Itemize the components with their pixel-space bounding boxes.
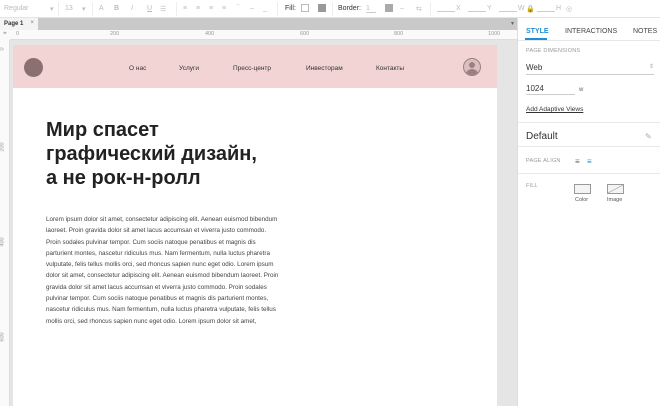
italic-icon[interactable]: I: [131, 5, 133, 12]
w-label: W: [518, 5, 525, 12]
ruler-tick-label: 600: [0, 332, 6, 342]
crosshair-icon[interactable]: ⌖: [0, 30, 10, 40]
nav-contacts[interactable]: Контакты: [376, 65, 404, 72]
tab-label: Page 1: [4, 21, 24, 27]
bold-icon[interactable]: B: [114, 5, 119, 12]
fill-label: FILL: [526, 183, 538, 189]
toolbar: Regular ▾ 13 ▾ A B I U ☰ ≡ ≡ ≡ ≡ ‾ – _ F…: [0, 0, 660, 18]
ruler-tick-label: 200: [110, 31, 120, 37]
nav-about[interactable]: О нас: [129, 65, 146, 72]
tab-page-1[interactable]: Page 1 ×: [0, 18, 38, 30]
ruler-tick-label: 0: [0, 47, 6, 51]
align-left-icon[interactable]: ≡: [183, 5, 187, 12]
underline-icon[interactable]: U: [147, 5, 152, 12]
ruler-tick-label: 400: [205, 31, 215, 37]
align-right-icon[interactable]: ≡: [209, 5, 213, 12]
fill-image-button[interactable]: [607, 184, 624, 194]
nav-press[interactable]: Пресс-центр: [233, 65, 271, 72]
body-line: laoreet. Proin gravida dolor sit amet la…: [46, 227, 267, 235]
page-dimensions-label: PAGE DIMENSIONS: [526, 48, 581, 54]
ruler-tick-label: 1000: [488, 31, 501, 37]
ruler-tick-label: 800: [394, 31, 404, 37]
valign-middle-icon[interactable]: –: [250, 5, 254, 12]
body-line: dolor sit amet, consectetur adipiscing e…: [46, 272, 279, 280]
body-line: nascetur ridiculus mus. Nam fermentum, n…: [46, 306, 276, 314]
lock-icon[interactable]: 🔒: [526, 5, 535, 13]
border-color-swatch[interactable]: [385, 4, 393, 12]
h-input[interactable]: [537, 5, 555, 12]
close-icon[interactable]: ×: [30, 20, 34, 26]
style-name: Default: [526, 131, 558, 142]
fill-image-label: Image: [607, 197, 623, 203]
border-style-icon[interactable]: ┄: [400, 5, 404, 13]
dimension-select[interactable]: Web ⇕: [526, 63, 654, 75]
nav-investors[interactable]: Инвесторам: [306, 65, 343, 72]
align-left-icon[interactable]: ≡: [575, 157, 580, 166]
fill-color-button[interactable]: [574, 184, 591, 194]
h-label: H: [556, 5, 562, 12]
logo-circle[interactable]: [24, 58, 43, 77]
dimension-value: Web: [526, 63, 543, 72]
fill-label: Fill:: [285, 5, 296, 12]
border-width-input[interactable]: 1: [366, 5, 376, 13]
y-input[interactable]: [468, 5, 486, 12]
ruler-tick-label: 400: [0, 237, 6, 247]
body-line: pulvinar tempor. Cum sociis natoque pena…: [46, 295, 269, 303]
ruler-tick-label: 600: [300, 31, 310, 37]
align-justify-icon[interactable]: ≡: [222, 5, 226, 12]
font-style-select[interactable]: Regular: [4, 5, 29, 12]
horizontal-ruler: 0 200 400 600 800 1000: [10, 30, 517, 40]
valign-top-icon[interactable]: ‾: [237, 5, 239, 12]
fill-color-swatch[interactable]: [301, 4, 309, 12]
headline-line: графический дизайн,: [46, 143, 257, 165]
style-panel: STYLE INTERACTIONS NOTES PAGE DIMENSIONS…: [517, 18, 660, 406]
chevron-down-icon[interactable]: ▾: [511, 20, 514, 27]
tab-style[interactable]: STYLE: [526, 28, 549, 35]
vertical-ruler: 0 200 400 600: [0, 40, 10, 406]
page-tab-bar: Page 1 × ▾: [0, 18, 517, 30]
body-line: parturient montes, nascetur ridiculus mu…: [46, 249, 270, 257]
user-avatar-icon[interactable]: [463, 58, 481, 76]
page-artboard[interactable]: О нас Услуги Пресс-центр Инвесторам Конт…: [13, 45, 497, 406]
canvas-scrollbar[interactable]: [497, 40, 517, 406]
align-center-icon[interactable]: ≡: [196, 5, 200, 12]
edit-style-icon[interactable]: ✎: [645, 132, 652, 141]
body-line: Lorem ipsum dolor sit amet, consectetur …: [46, 216, 278, 223]
headline-line: а не рок-н-ролл: [46, 167, 201, 189]
x-label: X: [456, 5, 461, 12]
chevron-down-icon[interactable]: ▾: [82, 5, 86, 13]
headline-line: Мир спасет: [46, 119, 159, 141]
fill-color-label: Color: [575, 197, 589, 203]
width-input[interactable]: 1024: [526, 84, 575, 95]
chevron-down-icon[interactable]: ▾: [50, 5, 54, 13]
add-adaptive-views-link[interactable]: Add Adaptive Views: [526, 106, 583, 113]
border-label: Border:: [338, 5, 361, 12]
w-input[interactable]: [499, 5, 517, 12]
visibility-eye-icon[interactable]: ◎: [566, 5, 572, 13]
font-size-select[interactable]: 13: [65, 5, 73, 12]
align-center-icon[interactable]: ≡: [587, 157, 592, 166]
y-label: Y: [487, 5, 492, 12]
font-color-icon[interactable]: A: [99, 5, 104, 12]
body-line: Proin sodales pulvinar tempor. Cum socii…: [46, 238, 256, 246]
fill-image-swatch[interactable]: [318, 4, 326, 12]
border-sides-icon[interactable]: ⇆: [416, 5, 422, 13]
x-input[interactable]: [437, 5, 455, 12]
width-unit: w: [579, 87, 584, 93]
tab-interactions[interactable]: INTERACTIONS: [565, 28, 617, 35]
ruler-tick-label: 0: [16, 31, 20, 37]
body-line: mollis orci, sed rhoncus sapien nunc ege…: [46, 317, 257, 325]
tab-notes[interactable]: NOTES: [633, 28, 657, 35]
hero-headline: Мир спасет графический дизайн, а не рок-…: [46, 118, 306, 190]
body-line: vulputate, felis tellus mollis orci, sed…: [46, 261, 274, 269]
body-paragraph: Lorem ipsum dolor sit amet, consectetur …: [46, 214, 278, 327]
body-line: gravida dolor sit amet lacus accumsan et…: [46, 283, 267, 291]
bullet-list-icon[interactable]: ☰: [160, 5, 166, 13]
nav-services[interactable]: Услуги: [179, 65, 199, 72]
page-align-label: PAGE ALIGN: [526, 158, 561, 164]
ruler-tick-label: 200: [0, 142, 6, 152]
stepper-icon: ⇕: [648, 64, 654, 70]
site-header: О нас Услуги Пресс-центр Инвесторам Конт…: [13, 45, 497, 88]
valign-bottom-icon[interactable]: _: [263, 5, 267, 12]
